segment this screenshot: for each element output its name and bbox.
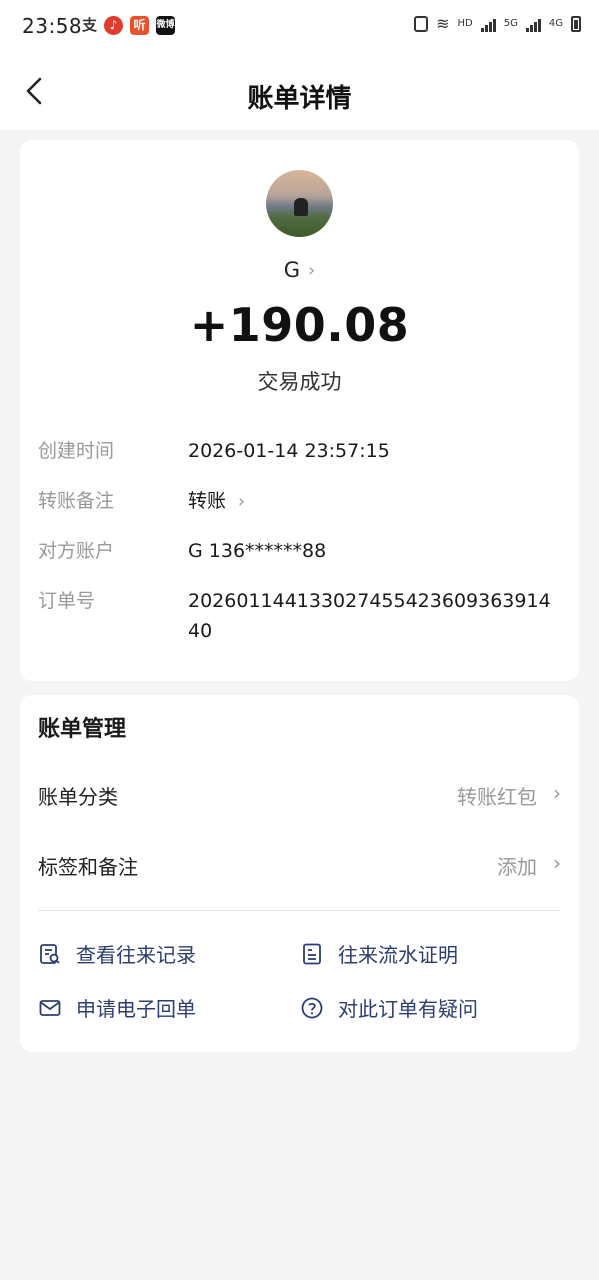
- 5g-label: 5G: [503, 18, 518, 29]
- row-label: 标签和备注: [38, 855, 138, 879]
- detail-value: 转账: [188, 490, 227, 512]
- action-label: 查看往来记录: [76, 943, 196, 967]
- transaction-amount: +190.08: [189, 298, 410, 352]
- action-label: 往来流水证明: [338, 943, 458, 967]
- avatar[interactable]: [266, 170, 333, 237]
- section-title: 账单管理: [38, 717, 127, 742]
- bill-management-card: 账单管理 账单分类 转账红包 › 标签和备注 添加 › 查看往来记录 往来流水证…: [20, 695, 579, 1052]
- chevron-right-icon: ›: [553, 851, 561, 875]
- detail-value: G 136******88: [188, 540, 327, 562]
- question-circle-icon: [300, 996, 324, 1020]
- bill-detail-page: 23:58 支 ♪ 听 微博 ≋ HD 5G 4G 账单详情 G › +190.: [0, 0, 599, 1280]
- page-header: 账单详情: [0, 52, 599, 130]
- signal-4g-icon: [525, 16, 541, 32]
- status-time: 23:58: [22, 14, 83, 38]
- document-icon: [300, 942, 324, 966]
- tags-notes-row[interactable]: 标签和备注 添加 ›: [38, 851, 561, 881]
- row-label: 账单分类: [38, 785, 118, 809]
- request-e-receipt-button[interactable]: 申请电子回单: [38, 993, 196, 1022]
- status-bar: 23:58 支 ♪ 听 微博 ≋ HD 5G 4G: [0, 0, 599, 52]
- action-label: 对此订单有疑问: [338, 997, 478, 1021]
- view-history-button[interactable]: 查看往来记录: [38, 939, 196, 968]
- page-title: 账单详情: [247, 84, 352, 114]
- chevron-right-icon: ›: [238, 491, 246, 512]
- action-label: 申请电子回单: [76, 997, 196, 1021]
- detail-label: 订单号: [38, 590, 96, 612]
- order-question-button[interactable]: 对此订单有疑问: [300, 993, 478, 1022]
- transaction-status: 交易成功: [257, 370, 342, 394]
- detail-value-wrap: 转账 ›: [188, 486, 561, 517]
- detail-label: 转账备注: [38, 490, 115, 512]
- 4g-label: 4G: [548, 18, 563, 29]
- mail-icon: [38, 996, 62, 1020]
- chevron-right-icon: ›: [308, 259, 316, 281]
- row-value: 添加: [497, 855, 537, 879]
- detail-value: 20260114413302745542360936391440: [188, 590, 551, 642]
- battery-icon: [571, 15, 581, 32]
- bill-category-row[interactable]: 账单分类 转账红包 ›: [38, 781, 561, 811]
- counterparty-name: G: [283, 258, 301, 282]
- counterparty-name-link[interactable]: G ›: [20, 258, 579, 282]
- detail-label: 对方账户: [38, 540, 115, 562]
- detail-value: 2026-01-14 23:57:15: [188, 440, 390, 462]
- alipay-notification-icon: 支: [81, 16, 97, 34]
- ting-app-icon: 听: [130, 16, 149, 35]
- wifi-icon: ≋: [436, 14, 450, 33]
- divider: [38, 910, 561, 911]
- weibo-app-icon: 微博: [156, 16, 175, 35]
- status-indicators: ≋ HD 5G 4G: [414, 14, 581, 33]
- record-search-icon: [38, 942, 62, 966]
- transaction-card: G › +190.08 交易成功 创建时间 2026-01-14 23:57:1…: [20, 140, 579, 681]
- row-value: 转账红包: [457, 785, 537, 809]
- transaction-proof-button[interactable]: 往来流水证明: [300, 939, 458, 968]
- detail-label: 创建时间: [38, 440, 115, 462]
- signal-5g-icon: [480, 16, 496, 32]
- chevron-right-icon: ›: [553, 781, 561, 805]
- recycle-icon: [414, 15, 429, 32]
- hd-label: HD: [457, 18, 473, 29]
- netease-music-icon: ♪: [104, 16, 123, 35]
